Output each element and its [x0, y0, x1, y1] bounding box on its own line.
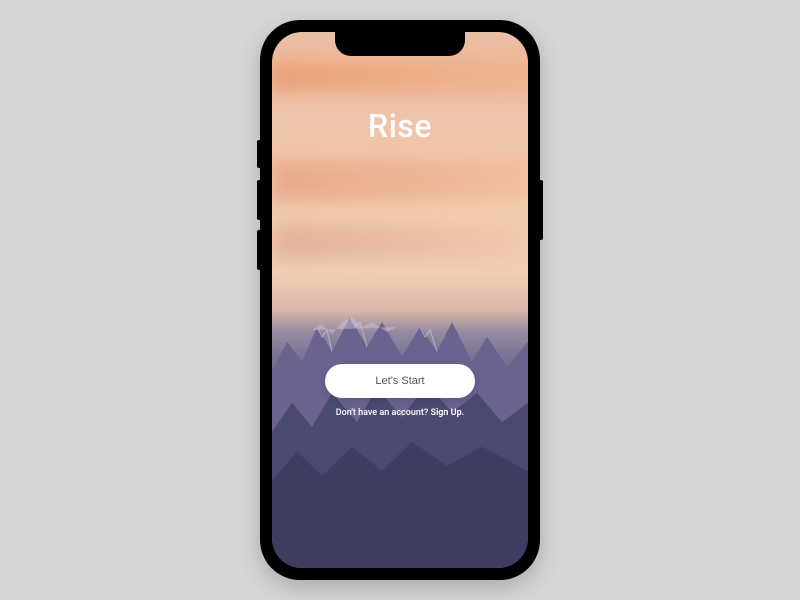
phone-side-button — [257, 230, 260, 270]
signup-prompt: Don't have an account? Sign Up. — [336, 408, 464, 418]
app-screen: Rise Let's Start Don't have an account? … — [272, 32, 528, 568]
signup-prompt-text: Don't have an account? — [336, 408, 431, 418]
phone-device-frame: Rise Let's Start Don't have an account? … — [260, 20, 540, 580]
app-title: Rise — [272, 107, 528, 145]
welcome-actions: Let's Start Don't have an account? Sign … — [272, 364, 528, 418]
sky-cloud — [272, 162, 528, 202]
signup-link[interactable]: Sign Up. — [430, 408, 464, 418]
sky-cloud — [272, 222, 528, 262]
phone-side-button — [257, 180, 260, 220]
phone-notch — [335, 32, 465, 56]
sky-cloud — [272, 62, 528, 92]
lets-start-button[interactable]: Let's Start — [325, 364, 474, 398]
phone-side-button — [257, 140, 260, 168]
phone-side-button — [540, 180, 543, 240]
